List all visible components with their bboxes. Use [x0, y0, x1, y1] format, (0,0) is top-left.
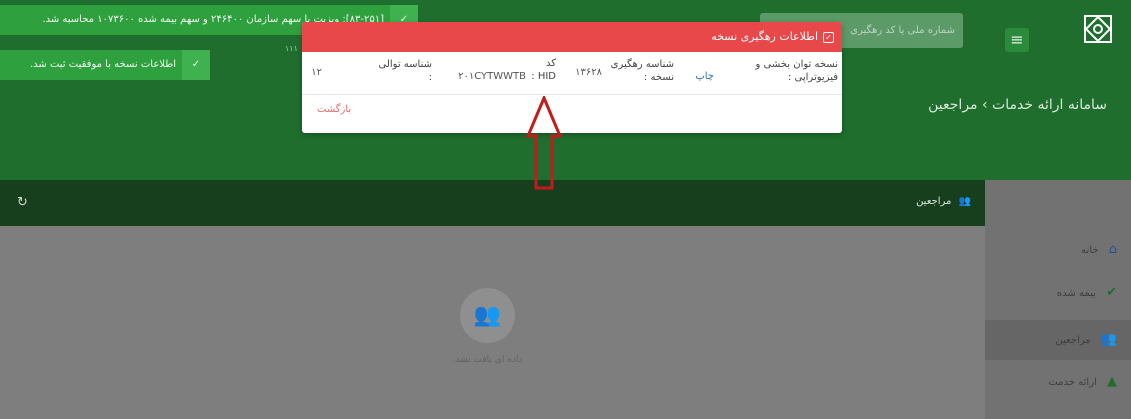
app-logo-icon — [1084, 15, 1112, 43]
sidebar-item-label: ارائه خدمت — [1048, 377, 1097, 388]
content-toolbar: ↻ 👥 مراجعین — [0, 180, 985, 226]
home-icon: ⌂ — [1108, 242, 1117, 257]
modal-header: ✓ اطلاعات رهگیری نسخه — [302, 22, 842, 52]
main-content: 👥 داده ای یافت نشد. — [0, 226, 985, 419]
refresh-icon[interactable]: ↻ — [17, 195, 28, 210]
sequence-id-value: ۱۲ — [311, 67, 322, 78]
users-icon: 👥 — [1100, 332, 1117, 347]
back-button[interactable]: بازگشت — [317, 104, 351, 115]
page-title: سامانه ارائه خدمات › مراجعین — [928, 97, 1107, 113]
sidebar-item-service[interactable]: ▲ ارائه خدمت — [985, 362, 1131, 402]
side-number: ۱۱۱ — [285, 44, 298, 53]
tracking-id-value: ۱۳۶۲۸ — [575, 67, 602, 78]
check-icon: ✓ — [182, 50, 210, 80]
sidebar-item-label: بیمه شده — [1056, 288, 1096, 299]
sidebar: ⌂ خانه ✔ بیمه شده 👥 مراجعین ▲ ارائه خدمت — [985, 180, 1131, 419]
sidebar-item-label: خانه — [1081, 245, 1099, 256]
basket-icon: ▲ — [1107, 374, 1117, 389]
toast-prescription-saved[interactable]: ✓ اطلاعات نسخه با موفقیت ثبت شد. — [0, 50, 210, 80]
modal-title: اطلاعات رهگیری نسخه — [711, 30, 818, 43]
empty-state-message: داده ای یافت نشد. — [452, 355, 523, 365]
checkbox-icon: ✓ — [823, 31, 834, 43]
empty-state-badge: 👥 — [460, 288, 515, 343]
users-icon: 👥 — [473, 303, 502, 328]
user-check-icon: ✔ — [1106, 285, 1117, 300]
toast-message: اطلاعات نسخه با موفقیت ثبت شد. — [29, 59, 176, 70]
sidebar-item-home[interactable]: ⌂ خانه — [985, 230, 1131, 270]
annotation-arrow-icon — [525, 96, 563, 190]
section-title-label: مراجعین — [916, 196, 952, 207]
users-icon: 👥 — [958, 196, 971, 207]
hid-value: ۲۰۱CYTWWTB — [458, 71, 526, 82]
sidebar-item-insured[interactable]: ✔ بیمه شده — [985, 273, 1131, 313]
tracking-info-row: نسخه توان بخشی و فیزیوتراپی : چاپ شناسه … — [302, 52, 842, 95]
hamburger-menu-button[interactable]: ≡ — [1005, 28, 1029, 52]
prescription-type-label: نسخه توان بخشی و فیزیوتراپی : — [755, 59, 838, 83]
section-title: 👥 مراجعین — [916, 196, 971, 207]
tracking-id-label: شناسه رهگیری نسخه : — [610, 59, 674, 83]
hid-label: کد HID : — [531, 58, 556, 82]
hamburger-icon: ≡ — [1010, 30, 1024, 49]
sidebar-item-label: مراجعین — [1055, 335, 1091, 346]
sequence-id-label: شناسه توالی : — [378, 59, 432, 83]
tracking-info-modal: ✓ اطلاعات رهگیری نسخه نسخه توان بخشی و فی… — [302, 22, 842, 133]
sidebar-item-patients[interactable]: 👥 مراجعین — [985, 320, 1131, 360]
print-link[interactable]: چاپ — [695, 70, 714, 83]
